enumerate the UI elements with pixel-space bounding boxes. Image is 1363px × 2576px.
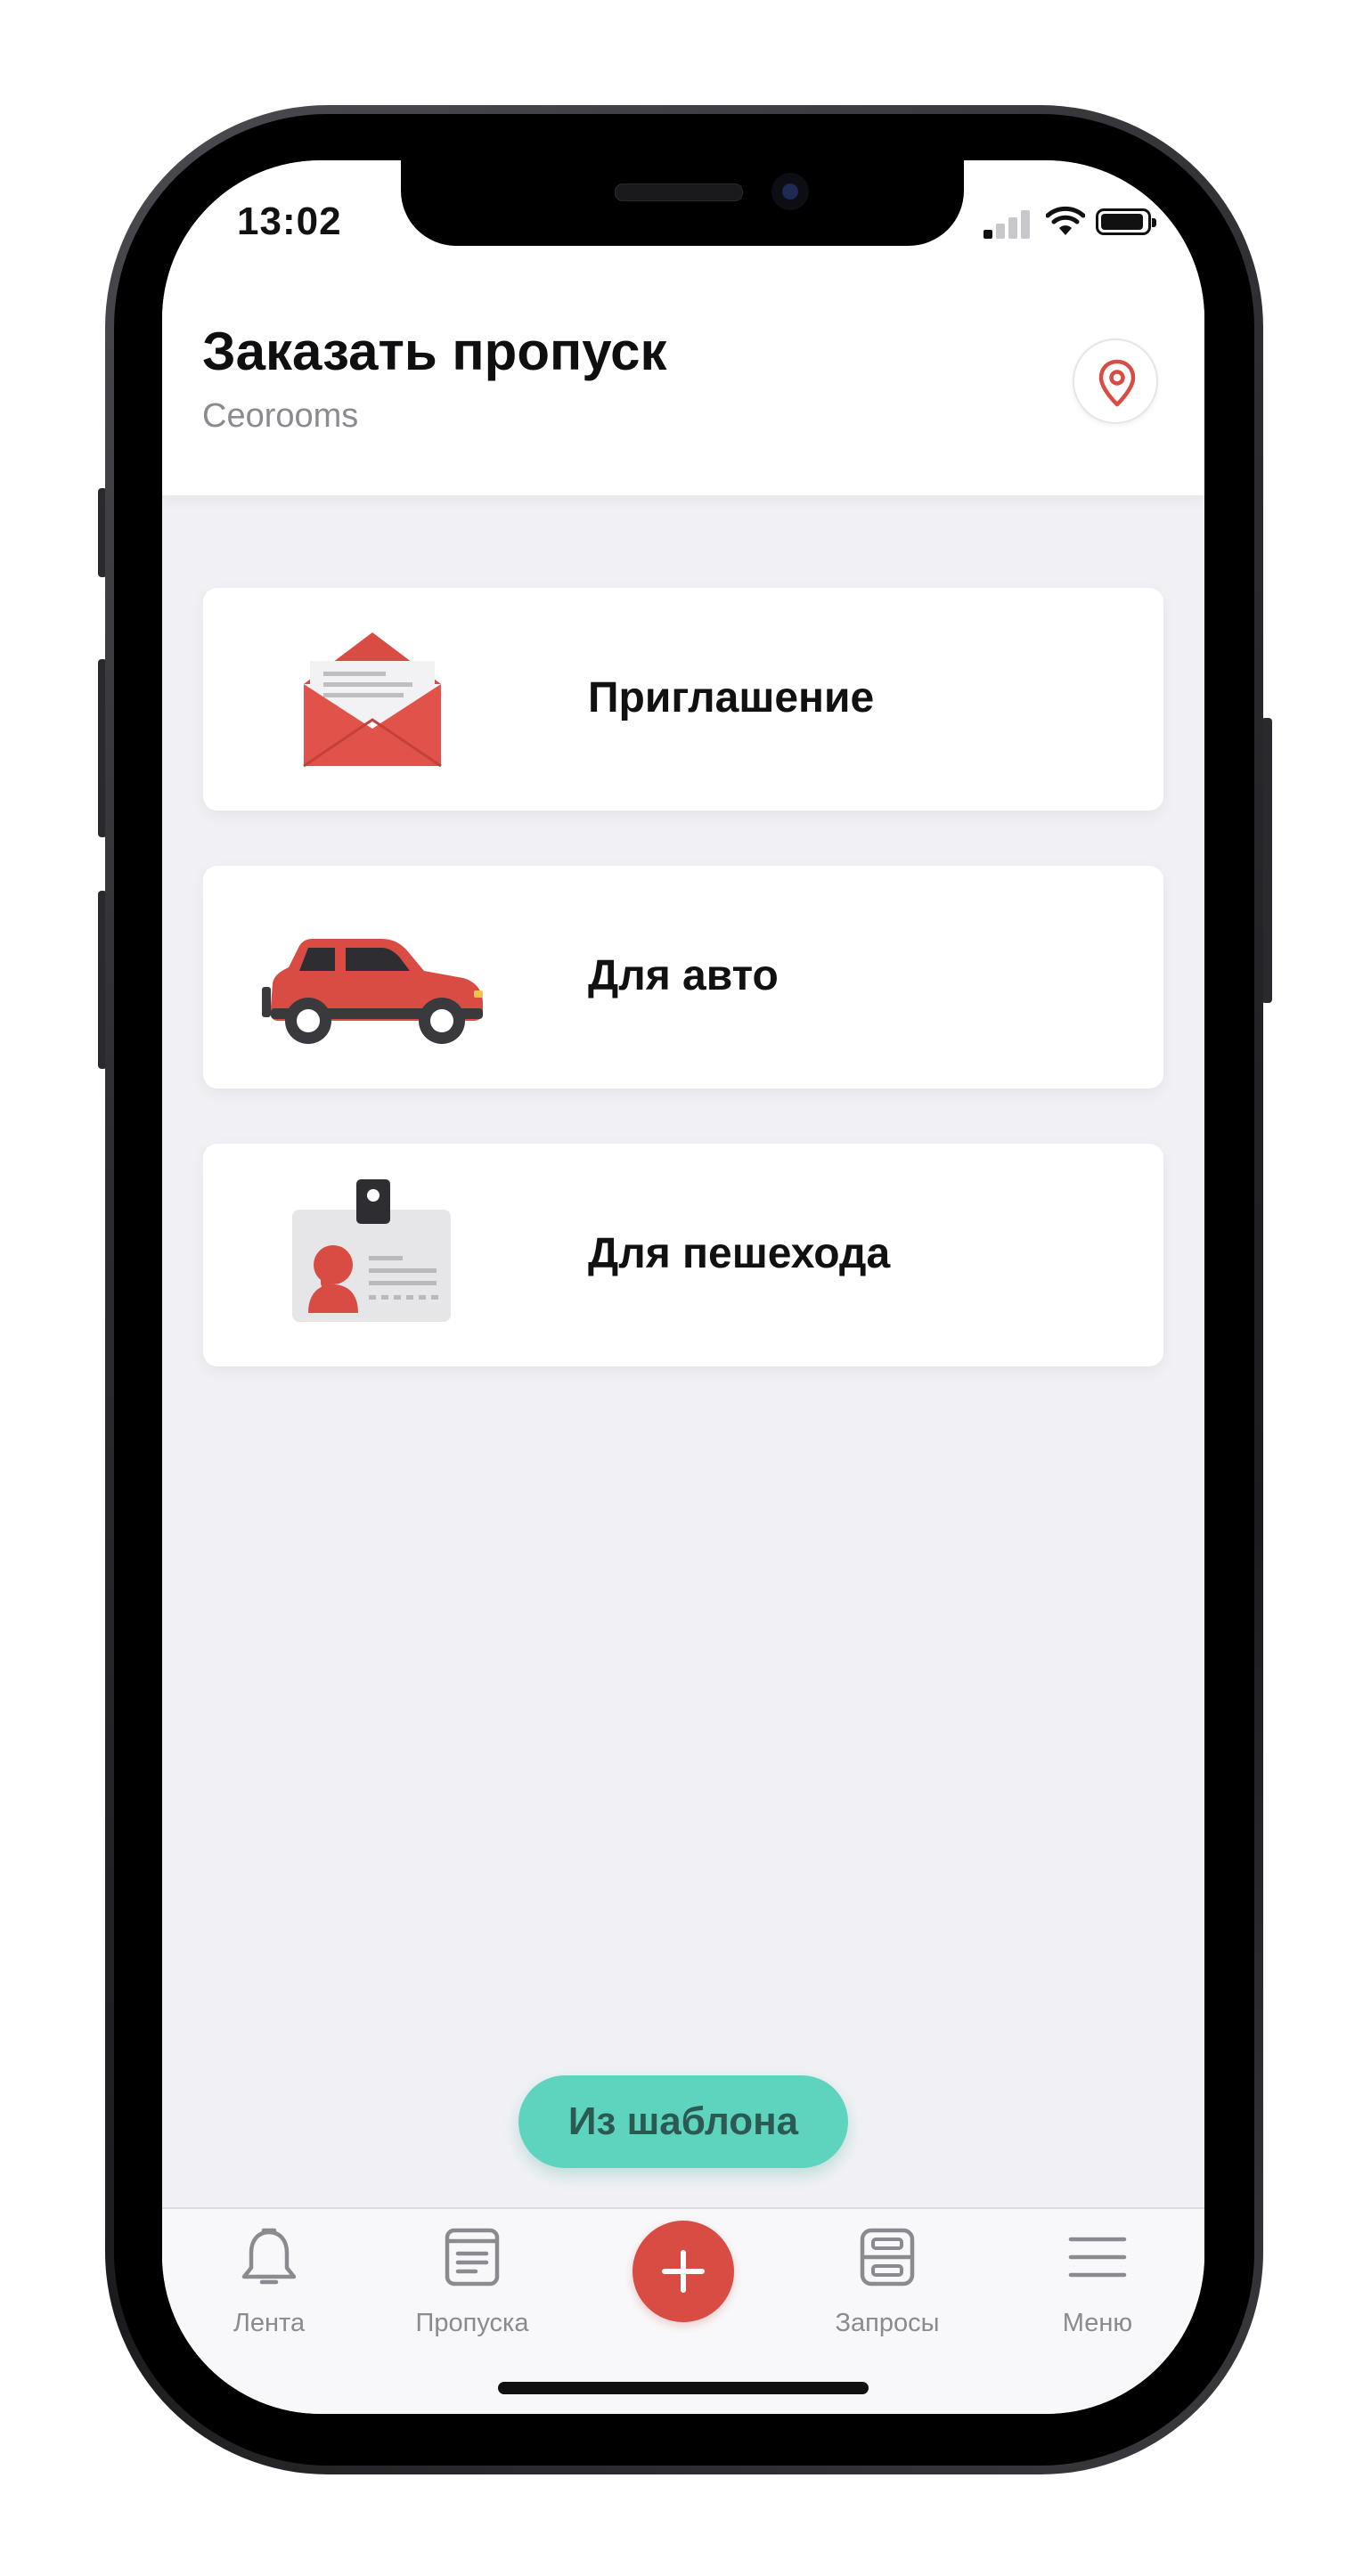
wifi-icon	[1046, 206, 1085, 235]
option-card-car[interactable]: Для авто	[203, 866, 1163, 1088]
id-badge-icon	[292, 1179, 451, 1322]
home-indicator[interactable]	[498, 2382, 869, 2394]
front-camera	[771, 173, 809, 210]
tab-requests[interactable]: Запросы	[798, 2223, 976, 2339]
create-pass-button[interactable]	[633, 2221, 734, 2322]
option-label-car: Для авто	[588, 952, 779, 999]
speaker-grille	[615, 183, 743, 201]
from-template-button[interactable]: Из шаблона	[518, 2075, 848, 2168]
option-card-invitation[interactable]: Приглашение	[203, 588, 1163, 811]
requests-icon	[860, 2228, 915, 2287]
tab-menu-label: Меню	[1062, 2309, 1133, 2337]
tab-requests-label: Запросы	[835, 2309, 940, 2337]
tab-passes[interactable]: Пропуска	[383, 2223, 561, 2339]
app-screen: Заказать пропуск Ceorooms 13:02 Приглаше…	[162, 160, 1204, 2414]
cellular-signal-icon	[983, 208, 1033, 239]
envelope-icon	[303, 632, 442, 768]
bell-icon	[241, 2228, 297, 2285]
car-icon	[262, 939, 483, 1044]
tab-passes-label: Пропуска	[415, 2309, 529, 2337]
location-pin-icon	[1098, 359, 1136, 407]
plus-icon	[662, 2250, 705, 2293]
tab-feed[interactable]: Лента	[180, 2223, 358, 2339]
battery-icon	[1096, 208, 1156, 235]
option-label-invitation: Приглашение	[588, 674, 875, 721]
hamburger-menu-icon	[1068, 2237, 1127, 2278]
option-label-pedestrian: Для пешехода	[588, 1230, 891, 1277]
location-button[interactable]	[1073, 338, 1158, 424]
pass-document-icon	[445, 2228, 500, 2287]
page-subtitle: Ceorooms	[202, 397, 359, 435]
option-card-pedestrian[interactable]: Для пешехода	[203, 1144, 1163, 1366]
device-notch	[401, 160, 964, 246]
page-title: Заказать пропуск	[202, 322, 667, 381]
status-time: 13:02	[237, 200, 342, 243]
tab-feed-label: Лента	[233, 2309, 306, 2337]
tab-menu[interactable]: Меню	[1008, 2223, 1187, 2339]
